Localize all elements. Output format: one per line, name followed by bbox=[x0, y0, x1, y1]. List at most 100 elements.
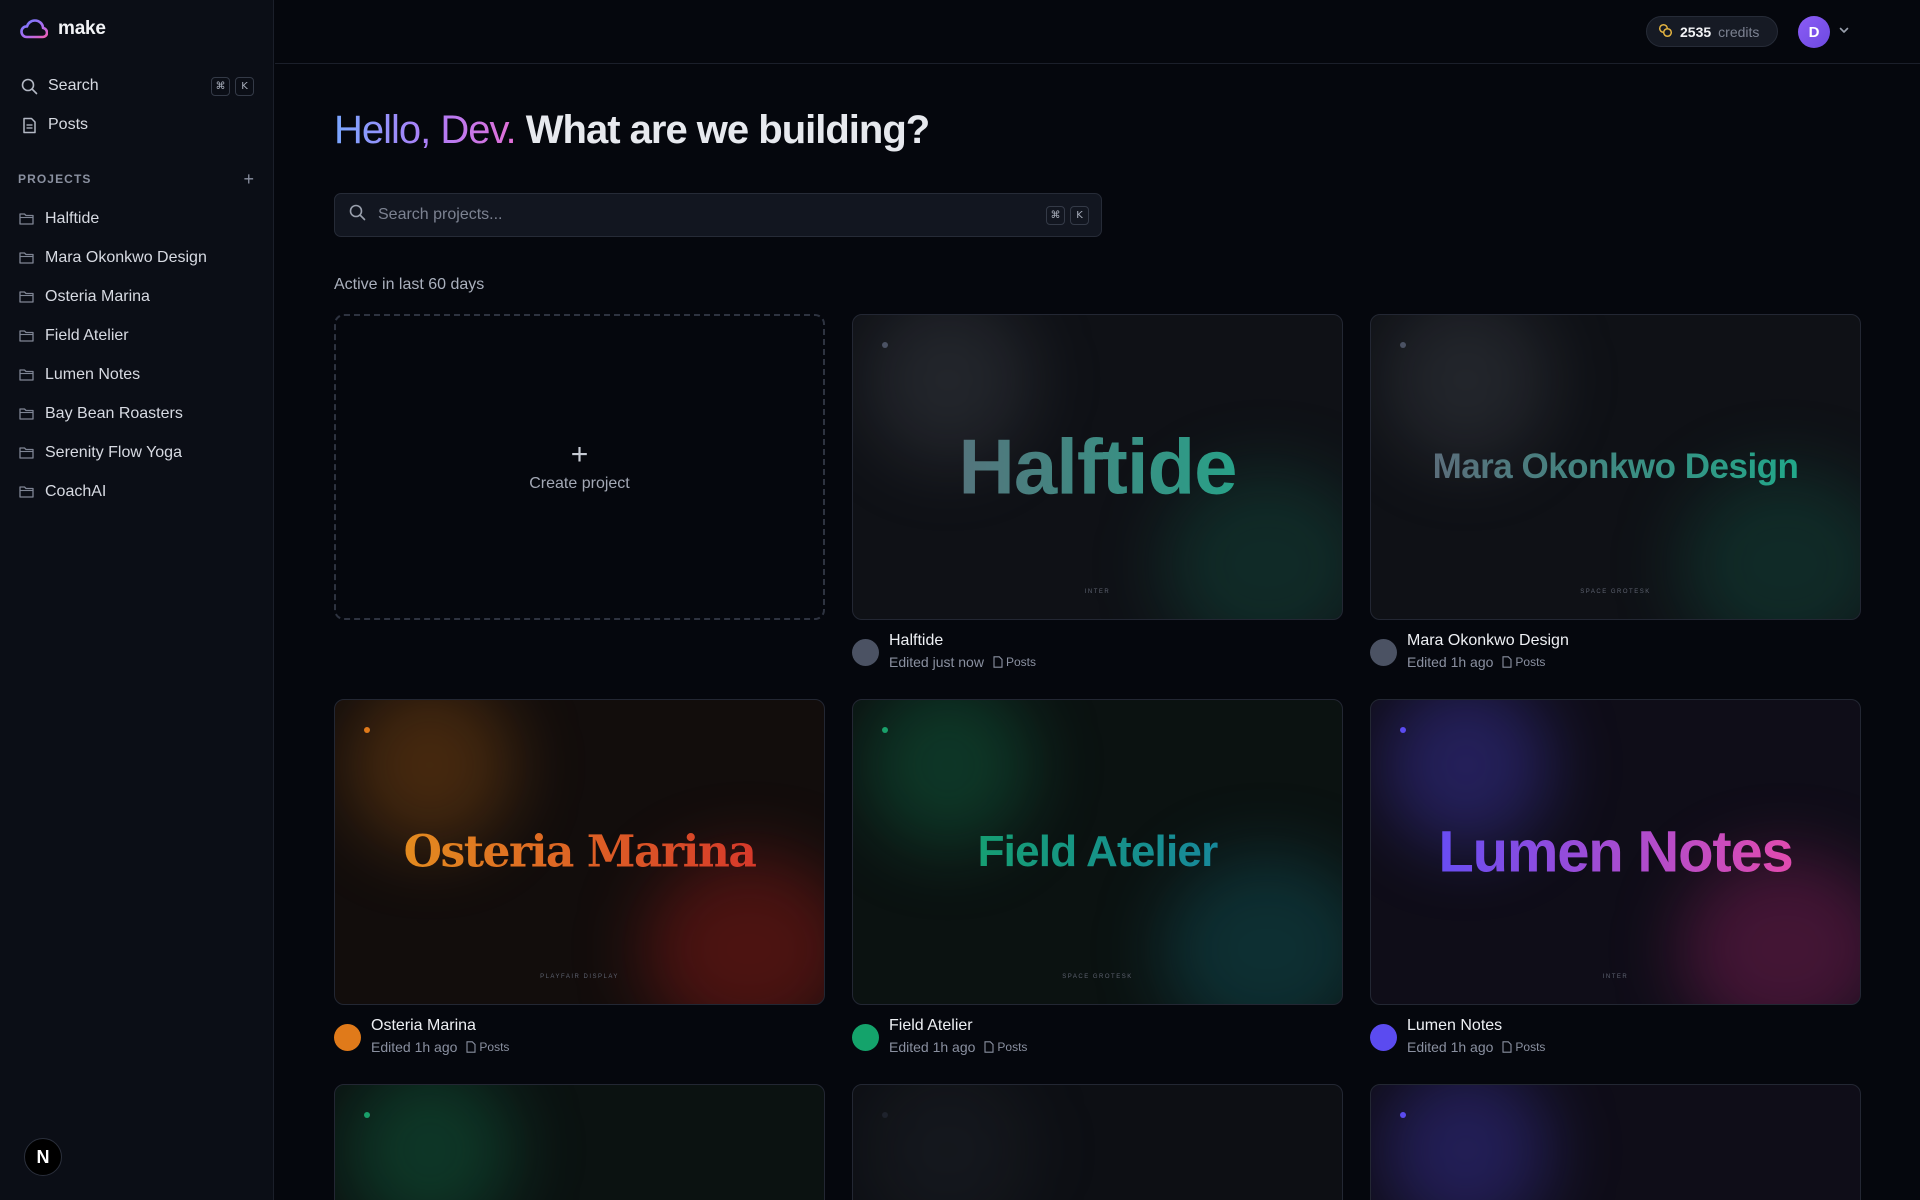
project-card[interactable] bbox=[334, 1084, 825, 1200]
project-label: Field Atelier bbox=[45, 326, 129, 344]
thumbnail-title: Mara Okonkwo Design bbox=[1371, 447, 1860, 487]
projects-heading: PROJECTS bbox=[18, 172, 92, 186]
project-thumbnail[interactable]: Osteria Marina PLAYFAIR DISPLAY bbox=[334, 699, 825, 1005]
project-card[interactable]: Lumen Notes INTER Lumen Notes Edited 1h … bbox=[1370, 699, 1861, 1055]
sidebar-item-project[interactable]: CoachAI bbox=[10, 472, 264, 511]
project-meta: Mara Okonkwo Design Edited 1h ago Posts bbox=[1370, 632, 1861, 670]
font-label: INTER bbox=[1084, 589, 1111, 595]
accent-dot bbox=[882, 342, 888, 348]
command-key: ⌘ bbox=[1046, 205, 1065, 225]
document-icon bbox=[984, 1041, 994, 1053]
project-card[interactable] bbox=[1370, 1084, 1861, 1200]
sidebar-item-project[interactable]: Osteria Marina bbox=[10, 277, 264, 316]
project-avatar bbox=[852, 639, 879, 666]
greeting-hello: Hello, Dev. bbox=[334, 108, 517, 152]
sidebar-search[interactable]: Search ⌘ K bbox=[12, 70, 262, 102]
project-title[interactable]: Mara Okonkwo Design bbox=[1407, 632, 1569, 650]
folder-icon bbox=[19, 446, 34, 459]
sidebar-item-posts[interactable]: Posts bbox=[12, 109, 262, 141]
font-label: SPACE GROTESK bbox=[1062, 974, 1133, 980]
folder-icon bbox=[19, 212, 34, 225]
accent-dot bbox=[364, 1112, 370, 1118]
folder-icon bbox=[19, 485, 34, 498]
project-meta: Field Atelier Edited 1h ago Posts bbox=[852, 1017, 1343, 1055]
section-label: Active in last 60 days bbox=[334, 276, 485, 293]
accent-dot bbox=[882, 727, 888, 733]
credits-value: 2535 bbox=[1680, 23, 1712, 40]
project-title[interactable]: Lumen Notes bbox=[1407, 1017, 1545, 1035]
project-label: Serenity Flow Yoga bbox=[45, 443, 182, 461]
project-search-input[interactable] bbox=[378, 206, 1034, 224]
sidebar-item-project[interactable]: Lumen Notes bbox=[10, 355, 264, 394]
folder-icon bbox=[19, 290, 34, 303]
project-meta: Halftide Edited just now Posts bbox=[852, 632, 1343, 670]
k-key: K bbox=[235, 76, 254, 96]
accent-dot bbox=[364, 727, 370, 733]
font-label: PLAYFAIR DISPLAY bbox=[540, 974, 619, 980]
project-label: Mara Okonkwo Design bbox=[45, 248, 207, 266]
project-thumbnail[interactable]: Lumen Notes INTER bbox=[1370, 699, 1861, 1005]
sidebar-item-project[interactable]: Bay Bean Roasters bbox=[10, 394, 264, 433]
posts-tag: Posts bbox=[1502, 1040, 1545, 1054]
project-thumbnail[interactable] bbox=[852, 1084, 1343, 1200]
accent-dot bbox=[1400, 342, 1406, 348]
project-meta: Lumen Notes Edited 1h ago Posts bbox=[1370, 1017, 1861, 1055]
accent-dot bbox=[1400, 727, 1406, 733]
sidebar-item-project[interactable]: Serenity Flow Yoga bbox=[10, 433, 264, 472]
chevron-down-icon[interactable] bbox=[1838, 24, 1850, 36]
project-thumbnail[interactable] bbox=[1370, 1084, 1861, 1200]
sidebar-search-label: Search bbox=[48, 77, 99, 94]
folder-icon bbox=[19, 368, 34, 381]
thumbnail-title: Field Atelier bbox=[853, 827, 1342, 877]
coins-icon bbox=[1658, 23, 1673, 41]
project-avatar bbox=[852, 1024, 879, 1051]
project-card[interactable]: Mara Okonkwo Design SPACE GROTESK Mara O… bbox=[1370, 314, 1861, 670]
thumbnail-title: Osteria Marina bbox=[335, 827, 824, 878]
edited-time: Edited 1h ago bbox=[1407, 1039, 1494, 1055]
project-title[interactable]: Osteria Marina bbox=[371, 1017, 509, 1035]
project-thumbnail[interactable]: Mara Okonkwo Design SPACE GROTESK bbox=[1370, 314, 1861, 620]
project-search-bar[interactable]: ⌘ K bbox=[334, 193, 1102, 237]
document-icon bbox=[993, 656, 1003, 668]
add-project-icon[interactable]: + bbox=[243, 169, 254, 190]
plus-icon: + bbox=[570, 438, 589, 471]
folder-icon bbox=[19, 329, 34, 342]
create-project-card[interactable]: + Create project bbox=[334, 314, 825, 620]
posts-tag-label: Posts bbox=[479, 1040, 510, 1054]
edited-time: Edited 1h ago bbox=[889, 1039, 976, 1055]
edited-time: Edited 1h ago bbox=[371, 1039, 458, 1055]
search-icon bbox=[20, 77, 38, 95]
bottom-badge[interactable]: N bbox=[24, 1138, 62, 1176]
sidebar-item-project[interactable]: Mara Okonkwo Design bbox=[10, 238, 264, 277]
folder-icon bbox=[19, 407, 34, 420]
project-card[interactable]: Halftide INTER Halftide Edited just now … bbox=[852, 314, 1343, 670]
edited-time: Edited just now bbox=[889, 654, 984, 670]
user-avatar[interactable]: D bbox=[1798, 16, 1830, 48]
project-card[interactable] bbox=[852, 1084, 1343, 1200]
search-shortcut: ⌘ K bbox=[211, 76, 254, 96]
edited-time: Edited 1h ago bbox=[1407, 654, 1494, 670]
credits-pill[interactable]: 2535 credits bbox=[1646, 16, 1778, 47]
posts-tag-label: Posts bbox=[1515, 1040, 1546, 1054]
project-thumbnail[interactable]: Halftide INTER bbox=[852, 314, 1343, 620]
project-label: Halftide bbox=[45, 209, 100, 227]
font-label: INTER bbox=[1602, 974, 1629, 980]
project-list: Halftide Mara Okonkwo Design Osteria Mar… bbox=[10, 199, 264, 511]
folder-icon bbox=[19, 251, 34, 264]
brand[interactable]: make bbox=[20, 18, 106, 40]
sidebar-item-project[interactable]: Field Atelier bbox=[10, 316, 264, 355]
accent-dot bbox=[882, 1112, 888, 1118]
project-thumbnail[interactable] bbox=[334, 1084, 825, 1200]
project-thumbnail[interactable]: Field Atelier SPACE GROTESK bbox=[852, 699, 1343, 1005]
project-title[interactable]: Halftide bbox=[889, 632, 1036, 650]
credits-label: credits bbox=[1718, 23, 1760, 40]
project-label: Osteria Marina bbox=[45, 287, 150, 305]
thumbnail-title: Lumen Notes bbox=[1371, 819, 1860, 886]
sidebar-item-project[interactable]: Halftide bbox=[10, 199, 264, 238]
thumbnail-title: Halftide bbox=[853, 422, 1342, 513]
search-icon bbox=[349, 204, 366, 226]
project-title[interactable]: Field Atelier bbox=[889, 1017, 1027, 1035]
project-card[interactable]: Field Atelier SPACE GROTESK Field Atelie… bbox=[852, 699, 1343, 1055]
project-meta: Osteria Marina Edited 1h ago Posts bbox=[334, 1017, 825, 1055]
project-card[interactable]: Osteria Marina PLAYFAIR DISPLAY Osteria … bbox=[334, 699, 825, 1055]
